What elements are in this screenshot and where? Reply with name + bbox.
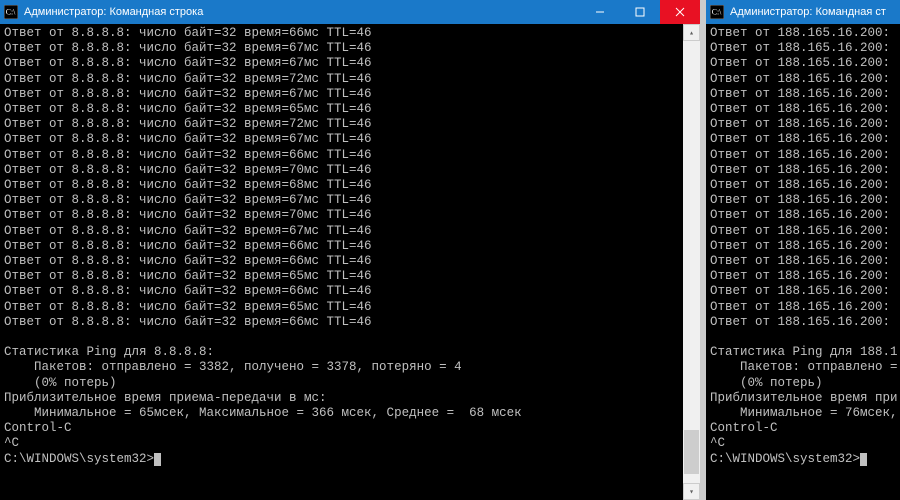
ping-reply-line: Ответ от 188.165.16.200: [710, 41, 900, 56]
ping-reply-line: Ответ от 8.8.8.8: число байт=32 время=67… [4, 132, 683, 147]
window-controls-left [580, 0, 700, 24]
titlebar-left[interactable]: C:\ Администратор: Командная строка [0, 0, 700, 24]
ping-stats-packets: Пакетов: отправлено = [710, 360, 900, 375]
ping-stats-packets: Пакетов: отправлено = 3382, получено = 3… [4, 360, 683, 375]
ping-rtt-values: Минимальное = 76мсек, [710, 406, 900, 421]
ping-reply-line: Ответ от 8.8.8.8: число байт=32 время=65… [4, 102, 683, 117]
ping-reply-line: Ответ от 8.8.8.8: число байт=32 время=72… [4, 117, 683, 132]
blank-line [4, 330, 683, 345]
cmd-window-left: C:\ Администратор: Командная строка Отве… [0, 0, 700, 500]
ping-reply-line: Ответ от 188.165.16.200: [710, 87, 900, 102]
close-button[interactable] [660, 0, 700, 24]
ping-reply-line: Ответ от 188.165.16.200: [710, 178, 900, 193]
ping-reply-line: Ответ от 188.165.16.200: [710, 102, 900, 117]
scroll-track[interactable] [683, 41, 700, 483]
ping-stats-loss: (0% потерь) [4, 376, 683, 391]
prompt-line[interactable]: C:\WINDOWS\system32> [4, 452, 683, 467]
caret-c-line: ^C [710, 436, 900, 451]
blank-line [710, 330, 900, 345]
ping-reply-line: Ответ от 188.165.16.200: [710, 315, 900, 330]
svg-text:C:\: C:\ [6, 8, 16, 17]
control-c-line: Control-C [710, 421, 900, 436]
cursor [860, 453, 867, 466]
scrollbar-left[interactable]: ▴ ▾ [683, 24, 700, 500]
ping-reply-line: Ответ от 188.165.16.200: [710, 300, 900, 315]
ping-stats-header: Статистика Ping для 8.8.8.8: [4, 345, 683, 360]
ping-reply-line: Ответ от 8.8.8.8: число байт=32 время=67… [4, 87, 683, 102]
console-output-right[interactable]: Ответ от 188.165.16.200:Ответ от 188.165… [706, 24, 900, 500]
ping-reply-line: Ответ от 8.8.8.8: число байт=32 время=68… [4, 178, 683, 193]
ping-rtt-header: Приблизительное время при [710, 391, 900, 406]
ping-reply-line: Ответ от 188.165.16.200: [710, 117, 900, 132]
cmd-window-right: C:\ Администратор: Командная ст Ответ от… [706, 0, 900, 500]
ping-rtt-values: Минимальное = 65мсек, Максимальное = 366… [4, 406, 683, 421]
ping-reply-line: Ответ от 188.165.16.200: [710, 269, 900, 284]
minimize-button[interactable] [580, 0, 620, 24]
ping-rtt-header: Приблизительное время приема-передачи в … [4, 391, 683, 406]
cursor [154, 453, 161, 466]
ping-reply-line: Ответ от 8.8.8.8: число байт=32 время=67… [4, 224, 683, 239]
ping-reply-line: Ответ от 8.8.8.8: число байт=32 время=65… [4, 300, 683, 315]
ping-stats-loss: (0% потерь) [710, 376, 900, 391]
ping-reply-line: Ответ от 8.8.8.8: число байт=32 время=65… [4, 269, 683, 284]
titlebar-right[interactable]: C:\ Администратор: Командная ст [706, 0, 900, 24]
window-title-right: Администратор: Командная ст [730, 6, 900, 18]
control-c-line: Control-C [4, 421, 683, 436]
scroll-down-button[interactable]: ▾ [683, 483, 700, 500]
prompt-line[interactable]: C:\WINDOWS\system32> [710, 452, 900, 467]
ping-reply-line: Ответ от 8.8.8.8: число байт=32 время=67… [4, 41, 683, 56]
ping-stats-header: Статистика Ping для 188.1 [710, 345, 900, 360]
scroll-up-button[interactable]: ▴ [683, 24, 700, 41]
ping-reply-line: Ответ от 8.8.8.8: число байт=32 время=67… [4, 193, 683, 208]
ping-reply-line: Ответ от 8.8.8.8: число байт=32 время=70… [4, 208, 683, 223]
ping-reply-line: Ответ от 8.8.8.8: число байт=32 время=66… [4, 239, 683, 254]
ping-reply-line: Ответ от 188.165.16.200: [710, 148, 900, 163]
ping-reply-line: Ответ от 8.8.8.8: число байт=32 время=66… [4, 284, 683, 299]
ping-reply-line: Ответ от 188.165.16.200: [710, 72, 900, 87]
ping-reply-line: Ответ от 188.165.16.200: [710, 193, 900, 208]
ping-reply-line: Ответ от 188.165.16.200: [710, 224, 900, 239]
ping-reply-line: Ответ от 188.165.16.200: [710, 254, 900, 269]
cmd-icon: C:\ [4, 5, 18, 19]
ping-reply-line: Ответ от 188.165.16.200: [710, 163, 900, 178]
ping-reply-line: Ответ от 8.8.8.8: число байт=32 время=66… [4, 26, 683, 41]
ping-reply-line: Ответ от 8.8.8.8: число байт=32 время=70… [4, 163, 683, 178]
caret-c-line: ^C [4, 436, 683, 451]
window-title-left: Администратор: Командная строка [24, 6, 580, 18]
ping-reply-line: Ответ от 8.8.8.8: число байт=32 время=66… [4, 148, 683, 163]
ping-reply-line: Ответ от 8.8.8.8: число байт=32 время=66… [4, 315, 683, 330]
scroll-thumb[interactable] [684, 430, 699, 474]
ping-reply-line: Ответ от 188.165.16.200: [710, 239, 900, 254]
maximize-button[interactable] [620, 0, 660, 24]
ping-reply-line: Ответ от 188.165.16.200: [710, 26, 900, 41]
console-output-left[interactable]: Ответ от 8.8.8.8: число байт=32 время=66… [0, 24, 700, 500]
ping-reply-line: Ответ от 8.8.8.8: число байт=32 время=72… [4, 72, 683, 87]
svg-text:C:\: C:\ [712, 8, 722, 17]
ping-reply-line: Ответ от 188.165.16.200: [710, 132, 900, 147]
ping-reply-line: Ответ от 8.8.8.8: число байт=32 время=66… [4, 254, 683, 269]
ping-reply-line: Ответ от 188.165.16.200: [710, 284, 900, 299]
cmd-icon: C:\ [710, 5, 724, 19]
ping-reply-line: Ответ от 8.8.8.8: число байт=32 время=67… [4, 56, 683, 71]
ping-reply-line: Ответ от 188.165.16.200: [710, 208, 900, 223]
ping-reply-line: Ответ от 188.165.16.200: [710, 56, 900, 71]
